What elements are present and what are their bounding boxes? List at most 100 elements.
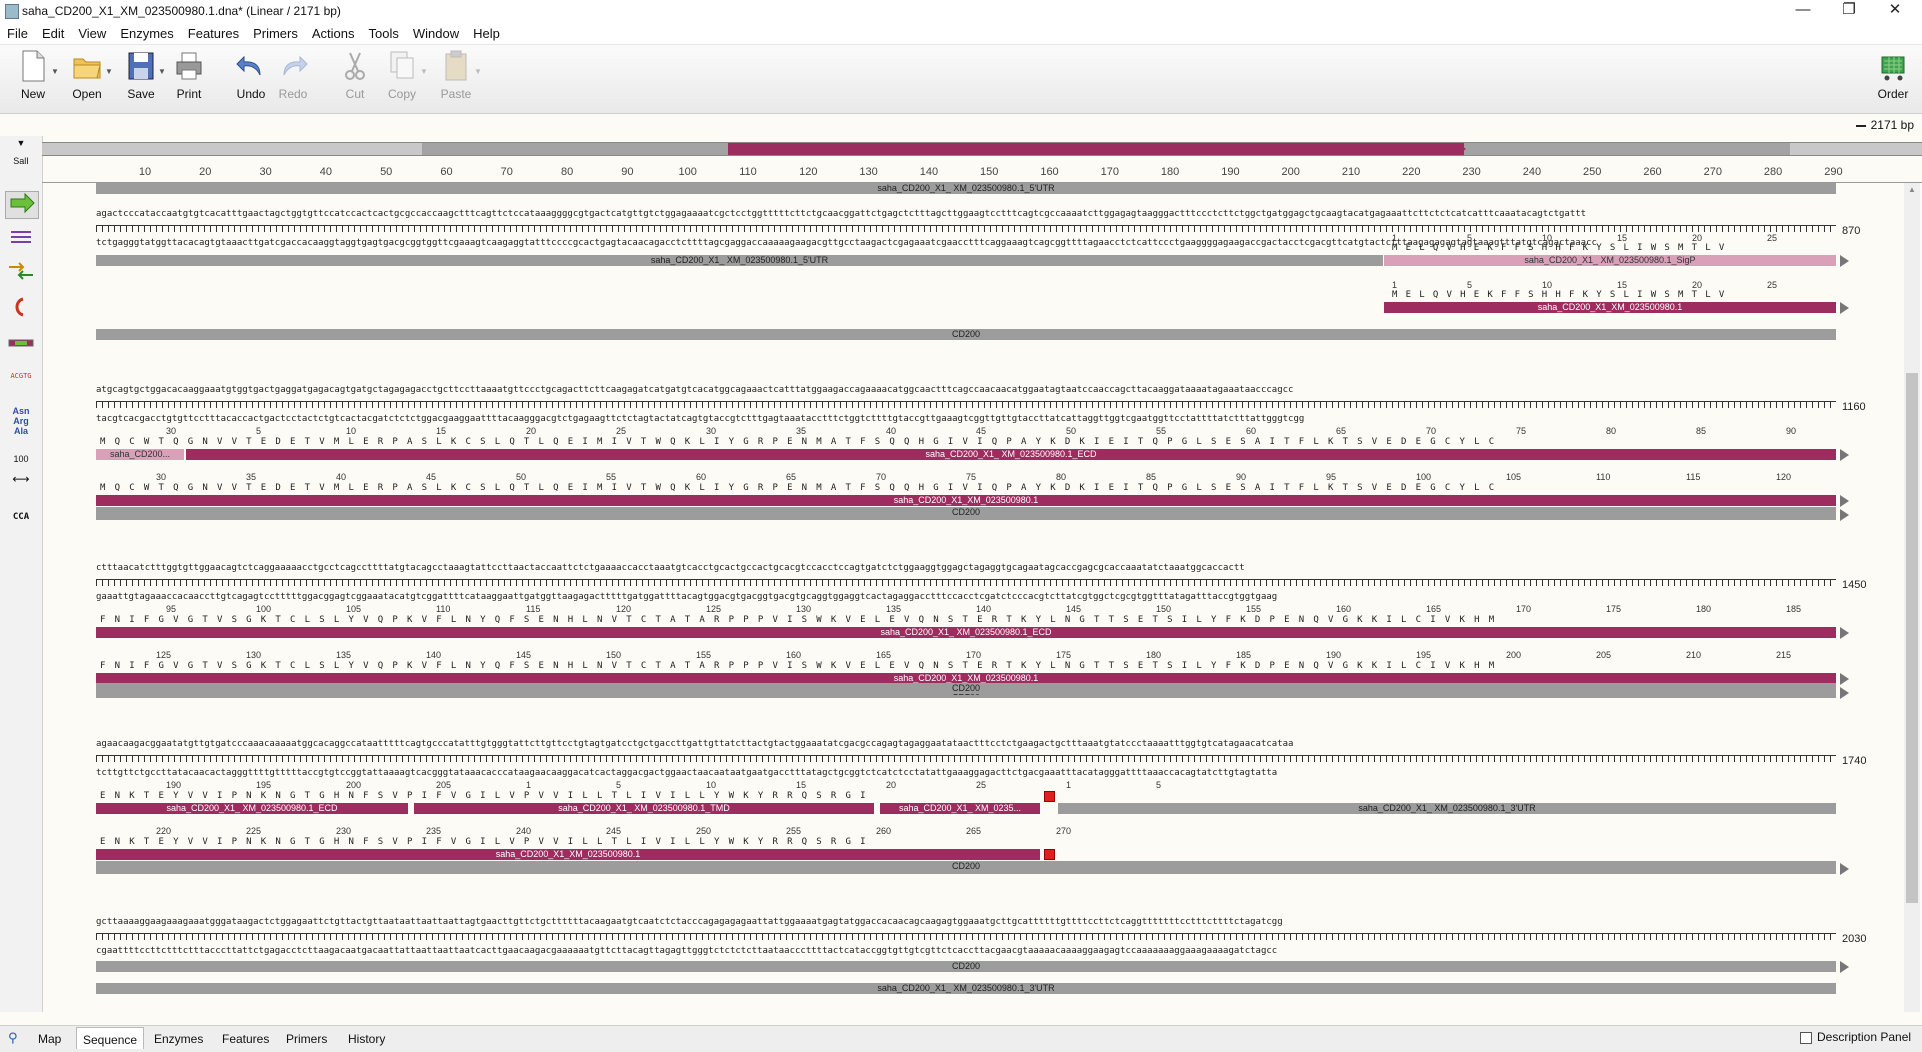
restore-button[interactable]: ❐ bbox=[1826, 0, 1872, 22]
show-primers-button[interactable] bbox=[5, 226, 37, 250]
menu-features[interactable]: Features bbox=[181, 26, 246, 41]
aa-number: 235 bbox=[426, 826, 442, 836]
paste-button[interactable]: Paste bbox=[433, 49, 479, 101]
menu-tools[interactable]: Tools bbox=[362, 26, 406, 41]
aa-number: 110 bbox=[436, 604, 451, 614]
amino-acid-display-button[interactable]: Asn Arg Ala bbox=[5, 406, 37, 436]
close-button[interactable]: ✕ bbox=[1872, 0, 1918, 22]
zoom-width-icon[interactable]: ⟷ bbox=[5, 472, 37, 486]
copy-button[interactable]: Copy bbox=[379, 49, 425, 101]
vertical-scroll-thumb[interactable] bbox=[1906, 373, 1918, 903]
feature-bar-cds[interactable]: saha_CD200_X1_ XM_0235... bbox=[880, 803, 1040, 814]
feature-bar-gene[interactable]: CD200 bbox=[96, 861, 1836, 872]
description-panel-checkbox[interactable]: Description Panel bbox=[1800, 1030, 1911, 1044]
tab-map[interactable]: Map bbox=[32, 1030, 67, 1048]
feature-bar-utr5[interactable]: saha_CD200_X1_ XM_023500980.1_5'UTR bbox=[96, 183, 1836, 194]
tab-enzymes[interactable]: Enzymes bbox=[148, 1030, 209, 1048]
aa-number: 20 bbox=[1692, 280, 1703, 290]
aa-number: 70 bbox=[876, 472, 887, 482]
feature-bar-ecd[interactable]: saha_CD200_X1_ XM_023500980.1_ECD bbox=[96, 803, 408, 814]
dna-top-strand[interactable]: atgcagtgctggacacaaggaaatgtggtgactgaggatg… bbox=[96, 385, 1836, 396]
ruler-tick-label: 190 bbox=[1221, 166, 1240, 178]
feature-bar-cds[interactable]: saha_CD200_X1_XM_023500980.1 bbox=[96, 495, 1836, 506]
map-visible-window bbox=[1790, 143, 1922, 155]
dna-top-strand[interactable]: ctttaacatctttggtgttggaacagtctcaggaaaaacc… bbox=[96, 563, 1836, 574]
menu-view[interactable]: View bbox=[71, 26, 113, 41]
aa-number: 1 bbox=[1392, 280, 1398, 290]
dna-bottom-strand[interactable]: gaaattgtagaaaccacaaccttgtcagagtcctttttgg… bbox=[96, 592, 1836, 603]
enzyme-cut-button[interactable] bbox=[5, 296, 37, 320]
feature-bar-cds[interactable]: saha_CD200_X1_XM_023500980.1 bbox=[96, 849, 1040, 860]
dna-bottom-strand[interactable]: cgaattttccttctttctttacccttattctgagacctct… bbox=[96, 946, 1836, 957]
menu-actions[interactable]: Actions bbox=[305, 26, 362, 41]
tab-primers[interactable]: Primers bbox=[280, 1030, 333, 1048]
aa-number: 25 bbox=[1767, 280, 1778, 290]
new-button[interactable]: New bbox=[10, 49, 56, 101]
feature-bar-utr3[interactable]: saha_CD200_X1_ XM_023500980.1_3'UTR bbox=[1058, 803, 1836, 814]
feature-bar-ecd[interactable]: saha_CD200_X1_ XM_023500980.1_ECD bbox=[186, 449, 1836, 460]
cut-button[interactable]: Cut bbox=[332, 49, 378, 101]
aa-number: 85 bbox=[1146, 472, 1157, 482]
menu-edit[interactable]: Edit bbox=[35, 26, 71, 41]
scroll-up-icon[interactable]: ▲ bbox=[1908, 185, 1916, 194]
stop-codon-icon bbox=[1044, 791, 1055, 802]
tab-history[interactable]: History bbox=[342, 1030, 391, 1048]
open-button[interactable]: Open bbox=[64, 49, 110, 101]
save-disk-icon bbox=[126, 49, 156, 83]
collapse-chevron-icon[interactable]: ▼ bbox=[5, 138, 37, 148]
feature-bar-gene[interactable]: CD200 bbox=[96, 961, 1836, 972]
save-dropdown-icon[interactable]: ▼ bbox=[158, 67, 166, 76]
feature-bar-utr3[interactable]: saha_CD200_X1_ XM_023500980.1_3'UTR bbox=[96, 983, 1836, 994]
feature-bar-utr5[interactable]: saha_CD200_X1_ XM_023500980.1_5'UTR bbox=[96, 255, 1383, 266]
feature-bar-gene[interactable]: CD200 bbox=[96, 683, 1836, 694]
aa-number: 120 bbox=[1776, 472, 1792, 482]
feature-bar-sigp[interactable]: saha_CD200_X1_ XM_023500980.1_SigP bbox=[1384, 255, 1836, 266]
new-dropdown-icon[interactable]: ▼ bbox=[51, 67, 59, 76]
aa-translation: ENKTEYVVIPNKNGTGHNFSVPIFVGILVPVVILLTLIVI… bbox=[100, 837, 875, 847]
aa-number: 40 bbox=[886, 426, 897, 436]
tab-features[interactable]: Features bbox=[216, 1030, 275, 1048]
feature-bar-tmd[interactable]: saha_CD200_X1_ XM_023500980.1_TMD bbox=[414, 803, 874, 814]
dna-bottom-strand[interactable]: tacgtcacgacctgtgttcctttacaccactgactcctac… bbox=[96, 414, 1836, 425]
copy-dropdown-icon[interactable]: ▼ bbox=[420, 67, 428, 76]
feature-bar-gene[interactable]: CD200 bbox=[96, 329, 1836, 340]
order-button[interactable]: Order bbox=[1870, 49, 1916, 101]
open-dropdown-icon[interactable]: ▼ bbox=[105, 67, 113, 76]
aa-number: 270 bbox=[1056, 826, 1072, 836]
show-dna-button[interactable]: ACGTG bbox=[5, 372, 37, 380]
vertical-scrollbar[interactable]: ▲ bbox=[1904, 183, 1920, 1012]
print-button[interactable]: Print bbox=[166, 49, 212, 101]
show-translation-button[interactable] bbox=[5, 336, 37, 352]
menu-window[interactable]: Window bbox=[406, 26, 466, 41]
undo-button[interactable]: Undo bbox=[228, 49, 274, 101]
tab-sequence[interactable]: Sequence bbox=[76, 1027, 145, 1049]
sequence-map-overview[interactable] bbox=[42, 142, 1922, 156]
restriction-site-button[interactable]: SalI bbox=[5, 156, 37, 166]
feature-bar-gene[interactable]: CD200 bbox=[96, 507, 1836, 518]
paste-dropdown-icon[interactable]: ▼ bbox=[474, 67, 482, 76]
menu-enzymes[interactable]: Enzymes bbox=[113, 26, 180, 41]
show-features-button[interactable] bbox=[5, 191, 39, 219]
sequence-view[interactable]: saha_CD200_X1_ XM_023500980.1_5'UTRagact… bbox=[42, 183, 1902, 1012]
redo-button[interactable]: Redo bbox=[270, 49, 316, 101]
feature-arrow-icon bbox=[1840, 627, 1849, 639]
minimize-button[interactable]: — bbox=[1780, 0, 1826, 22]
feature-bar-ecd[interactable]: saha_CD200_X1_ XM_023500980.1_ECD bbox=[96, 627, 1836, 638]
dna-top-strand[interactable]: gcttaaaaggaagaaagaaatgggataagactctggagaa… bbox=[96, 917, 1836, 928]
aa-number: 205 bbox=[436, 780, 452, 790]
aa-number: 90 bbox=[1786, 426, 1797, 436]
dna-top-strand[interactable]: agactcccataccaatgtgtcacatttgaactagctggtg… bbox=[96, 209, 1836, 220]
dna-bottom-strand[interactable]: tcttgttctgccttatacaacactagggttttgtttttac… bbox=[96, 768, 1836, 779]
menu-help[interactable]: Help bbox=[466, 26, 507, 41]
aa-number: 150 bbox=[1156, 604, 1172, 614]
feature-bar-sigp[interactable]: saha_CD200... bbox=[96, 449, 184, 460]
menu-primers[interactable]: Primers bbox=[246, 26, 305, 41]
magnifier-icon[interactable]: ⚲ bbox=[8, 1030, 18, 1046]
menu-file[interactable]: File bbox=[0, 26, 35, 41]
aa-number: 175 bbox=[1056, 650, 1072, 660]
scale-button[interactable]: 100 bbox=[5, 454, 37, 464]
show-orfs-button[interactable] bbox=[5, 260, 37, 284]
codon-display-button[interactable]: CCA bbox=[5, 512, 37, 522]
feature-bar-cds[interactable]: saha_CD200_X1_XM_023500980.1 bbox=[1384, 302, 1836, 313]
dna-top-strand[interactable]: agaacaagacggaatatgttgtgatcccaaacaaaaatgg… bbox=[96, 739, 1836, 750]
